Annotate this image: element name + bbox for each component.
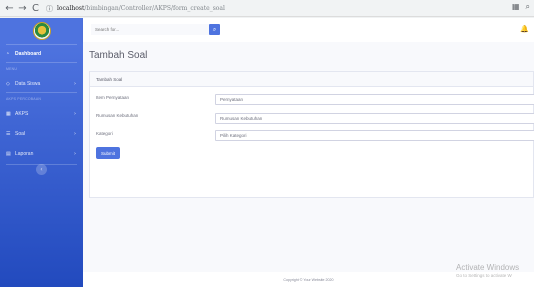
sidebar-item-data-siswa[interactable]: ◇ Data Siswa › bbox=[0, 75, 83, 92]
notification-bell-icon[interactable]: 🔔 bbox=[520, 25, 529, 33]
sidebar-item-akps[interactable]: ▦ AKPS › bbox=[0, 105, 83, 122]
sidebar-heading-menu: MENU bbox=[6, 67, 18, 71]
back-arrow-icon[interactable]: ← bbox=[3, 0, 16, 17]
reload-icon[interactable]: C bbox=[29, 0, 42, 17]
label-item-pernyataan: Item Pernyataan bbox=[96, 95, 130, 100]
label-rumusan-kebutuhan: Rumusan Kebutuhan bbox=[96, 113, 139, 118]
watermark-title: Activate Windows bbox=[456, 263, 520, 272]
submit-button[interactable]: Submit bbox=[96, 147, 120, 159]
sidebar-item-label: Data Siswa bbox=[15, 80, 41, 87]
chevron-right-icon: › bbox=[74, 110, 76, 117]
card-header: Tambah Soal bbox=[90, 72, 533, 87]
sidebar: ◔ Dashboard MENU ◇ Data Siswa › AKPS PER… bbox=[0, 18, 83, 287]
browser-search-icon[interactable]: ⌕ bbox=[526, 2, 530, 12]
form-card: Tambah Soal Item Pernyataan Pernyataan R… bbox=[89, 71, 534, 198]
chevron-right-icon: › bbox=[74, 130, 76, 137]
page-title: Tambah Soal bbox=[89, 50, 148, 61]
label-kategori: Kategori bbox=[96, 131, 113, 136]
list-icon: ☰ bbox=[6, 130, 11, 137]
item-pernyataan-input[interactable]: Pernyataan bbox=[215, 94, 534, 105]
sidebar-item-soal[interactable]: ☰ Soal › bbox=[0, 125, 83, 142]
topbar: ⌕ 🔔 bbox=[83, 18, 534, 42]
extensions-icon[interactable]: ▦ bbox=[512, 2, 520, 12]
main-content: Tambah Soal Tambah Soal Item Pernyataan … bbox=[83, 42, 534, 287]
sidebar-item-laporan[interactable]: ▤ Laporan › bbox=[0, 145, 83, 162]
search-input[interactable] bbox=[91, 24, 209, 35]
sidebar-item-label: AKPS bbox=[15, 110, 29, 117]
url-path: /bimbingan/Controller/AKPS/form_create_s… bbox=[84, 5, 225, 12]
search-button[interactable]: ⌕ bbox=[209, 24, 220, 35]
address-bar[interactable]: ⓘ localhost/bimbingan/Controller/AKPS/fo… bbox=[46, 2, 498, 15]
chevron-right-icon: › bbox=[74, 80, 76, 87]
dashboard-icon: ◔ bbox=[6, 50, 10, 57]
chevron-right-icon: › bbox=[74, 150, 76, 157]
sidebar-toggle-button[interactable]: ‹ bbox=[36, 164, 47, 175]
forward-arrow-icon[interactable]: → bbox=[16, 0, 29, 17]
rumusan-kebutuhan-input[interactable]: Rumusan Kebutuhan bbox=[215, 113, 534, 124]
activate-windows-watermark: Activate Windows Go to Settings to activ… bbox=[456, 263, 519, 278]
sidebar-brand[interactable] bbox=[0, 18, 83, 44]
chart-icon: ▤ bbox=[6, 150, 11, 157]
sidebar-heading-akps: AKPS PERCOBAAN bbox=[6, 97, 42, 101]
school-logo bbox=[32, 22, 51, 40]
grid-icon: ▦ bbox=[6, 110, 11, 117]
watermark-subtitle: Go to Settings to activate W bbox=[456, 273, 512, 278]
folder-icon: ◇ bbox=[6, 80, 10, 87]
copyright-text: Copyright © Your Website 2020 bbox=[283, 277, 334, 282]
sidebar-item-label: Laporan bbox=[15, 150, 34, 157]
sidebar-item-dashboard[interactable]: ◔ Dashboard bbox=[0, 45, 83, 62]
sidebar-item-label: Soal bbox=[15, 130, 26, 137]
browser-toolbar: ← → C ⓘ localhost/bimbingan/Controller/A… bbox=[0, 0, 534, 17]
url-host: localhost bbox=[57, 5, 85, 12]
search-icon: ⌕ bbox=[212, 25, 217, 33]
sidebar-item-label: Dashboard bbox=[15, 50, 42, 57]
kategori-select[interactable]: Pilih Kategori bbox=[215, 130, 534, 141]
site-info-icon[interactable]: ⓘ bbox=[46, 4, 53, 14]
